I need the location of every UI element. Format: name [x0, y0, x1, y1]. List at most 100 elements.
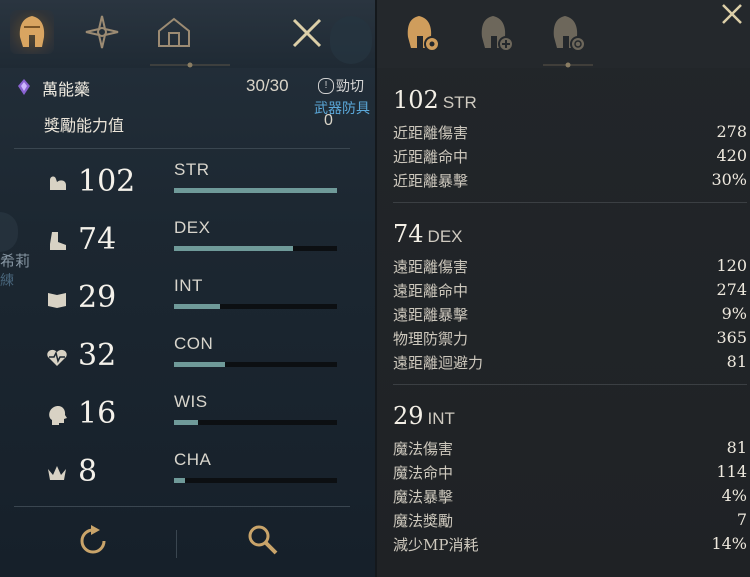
tab-house[interactable]	[152, 10, 196, 54]
stat-detail-line: 魔法獎勵 7	[393, 510, 747, 534]
stat-detail-label: 遠距離暴擊	[393, 306, 469, 324]
section-number: 74	[393, 220, 424, 248]
stat-abbr: STR	[174, 160, 210, 179]
stat-progress-fill	[174, 362, 225, 367]
stat-row-con[interactable]: 32 CON	[40, 334, 340, 384]
stat-allocation-panel: 萬能藥 30/30 ! 勁切 武器防具 獎勵能力值 0 希莉 練 102 STR 7…	[0, 0, 375, 577]
stat-detail-label: 物理防禦力	[393, 330, 469, 348]
section-abbr: DEX	[427, 227, 463, 246]
section-number: 29	[393, 402, 424, 430]
stat-detail-label: 魔法獎勵	[393, 512, 454, 530]
potion-icon	[18, 79, 30, 95]
stat-progress-bar	[174, 362, 337, 367]
stat-detail-value: 4%	[721, 486, 747, 505]
stat-progress-fill	[174, 420, 199, 425]
stat-progress-fill	[174, 304, 220, 309]
tab-ornament-icon	[543, 62, 593, 68]
stat-detail-line: 魔法傷害 81	[393, 438, 747, 462]
stat-value: 74	[78, 222, 117, 257]
bonus-points-label: 獎勵能力值	[44, 116, 125, 135]
stat-detail-value: 14%	[711, 534, 747, 553]
stat-detail-line: 魔法暴擊 4%	[393, 486, 747, 510]
helmet-icon	[19, 16, 45, 47]
tab-character[interactable]	[10, 10, 54, 54]
helmet-plus-icon[interactable]	[473, 10, 519, 56]
stat-progress-bar	[174, 304, 337, 309]
stat-detail-label: 魔法暴擊	[393, 488, 454, 506]
stat-detail-label: 魔法命中	[393, 464, 454, 482]
stat-value: 8	[78, 454, 98, 489]
search-button[interactable]	[244, 522, 280, 558]
stat-progress-bar	[174, 478, 337, 483]
stat-row-int[interactable]: 29 INT	[40, 276, 340, 326]
section-heading: 29 INT	[393, 402, 455, 434]
button-separator	[176, 530, 177, 558]
stat-detail-label: 近距離暴擊	[393, 172, 469, 190]
stat-detail-value: 278	[716, 122, 747, 141]
crown-icon	[48, 466, 66, 480]
bottom-action-bar	[0, 508, 375, 577]
stat-value: 29	[78, 280, 117, 315]
house-icon	[158, 17, 190, 47]
info-icon[interactable]: !	[318, 78, 334, 94]
stat-detail-value: 114	[716, 462, 747, 481]
tab-skills[interactable]	[80, 10, 124, 54]
tab-ornament-icon	[150, 62, 230, 68]
left-tab-bar	[0, 0, 375, 68]
section-heading: 102 STR	[393, 86, 477, 118]
stat-detail-value: 30%	[711, 170, 747, 189]
section-divider	[393, 384, 747, 385]
section-heading: 74 DEX	[393, 220, 463, 252]
stat-abbr: CHA	[174, 450, 212, 469]
stat-progress-fill	[174, 188, 337, 193]
helmet-gear-icon[interactable]	[399, 10, 445, 56]
stat-detail-line: 遠距離迴避力 81	[393, 352, 747, 376]
book-icon	[48, 293, 66, 308]
potion-row: 萬能藥 30/30 ! 勁切 武器防具	[16, 76, 374, 117]
stat-detail-value: 420	[716, 146, 747, 165]
stat-detail-line: 近距離命中 420	[393, 146, 747, 170]
flexed-arm-icon	[50, 176, 66, 190]
stat-detail-label: 遠距離命中	[393, 282, 469, 300]
potion-name: 萬能藥	[42, 80, 91, 99]
stat-detail-label: 近距離傷害	[393, 124, 469, 142]
stat-detail-panel: 102 STR 近距離傷害 278 近距離命中 420 近距離暴擊 30% 74 DEX 遠距離傷害…	[375, 0, 750, 577]
stat-abbr: INT	[174, 276, 203, 295]
stat-row-wis[interactable]: 16 WIS	[40, 392, 340, 442]
stat-detail-line: 遠距離傷害 120	[393, 256, 747, 280]
stat-detail-line: 減少MP消耗 14%	[393, 534, 747, 558]
stat-row-dex[interactable]: 74 DEX	[40, 218, 340, 268]
stat-detail-value: 81	[726, 438, 747, 457]
side-name-fragment: 希莉	[0, 252, 31, 270]
stat-detail-label: 魔法傷害	[393, 440, 454, 458]
hint-text: 勁切	[336, 79, 364, 95]
helmet-target-icon[interactable]	[545, 10, 591, 56]
stat-abbr: WIS	[174, 392, 208, 411]
section-abbr: INT	[427, 409, 455, 428]
stat-detail-line: 近距離暴擊 30%	[393, 170, 747, 194]
stat-detail-line: 遠距離暴擊 9%	[393, 304, 747, 328]
bonus-points-row: 獎勵能力值 0	[44, 112, 344, 136]
stat-progress-bar	[174, 188, 337, 193]
reset-button[interactable]	[76, 524, 110, 558]
stat-progress-fill	[174, 478, 186, 483]
stat-detail-label: 減少MP消耗	[393, 536, 479, 554]
stat-detail-value: 7	[736, 510, 747, 529]
stat-progress-bar	[174, 246, 337, 251]
stat-detail-value: 81	[726, 352, 747, 371]
compass-star-icon	[85, 15, 119, 49]
section-divider	[393, 202, 747, 203]
stat-row-cha[interactable]: 8 CHA	[40, 450, 340, 500]
stat-detail-value: 120	[716, 256, 747, 275]
stat-value: 32	[78, 338, 117, 373]
stat-detail-value: 9%	[721, 304, 747, 323]
stat-detail-line: 物理防禦力 365	[393, 328, 747, 352]
close-icon[interactable]	[720, 2, 744, 26]
stat-detail-line: 魔法命中 114	[393, 462, 747, 486]
potion-count: 30/30	[246, 76, 289, 95]
section-abbr: STR	[442, 93, 477, 112]
close-icon[interactable]	[290, 16, 324, 50]
stat-row-str[interactable]: 102 STR	[40, 160, 340, 210]
stat-progress-fill	[174, 246, 293, 251]
stat-value: 102	[78, 164, 136, 199]
